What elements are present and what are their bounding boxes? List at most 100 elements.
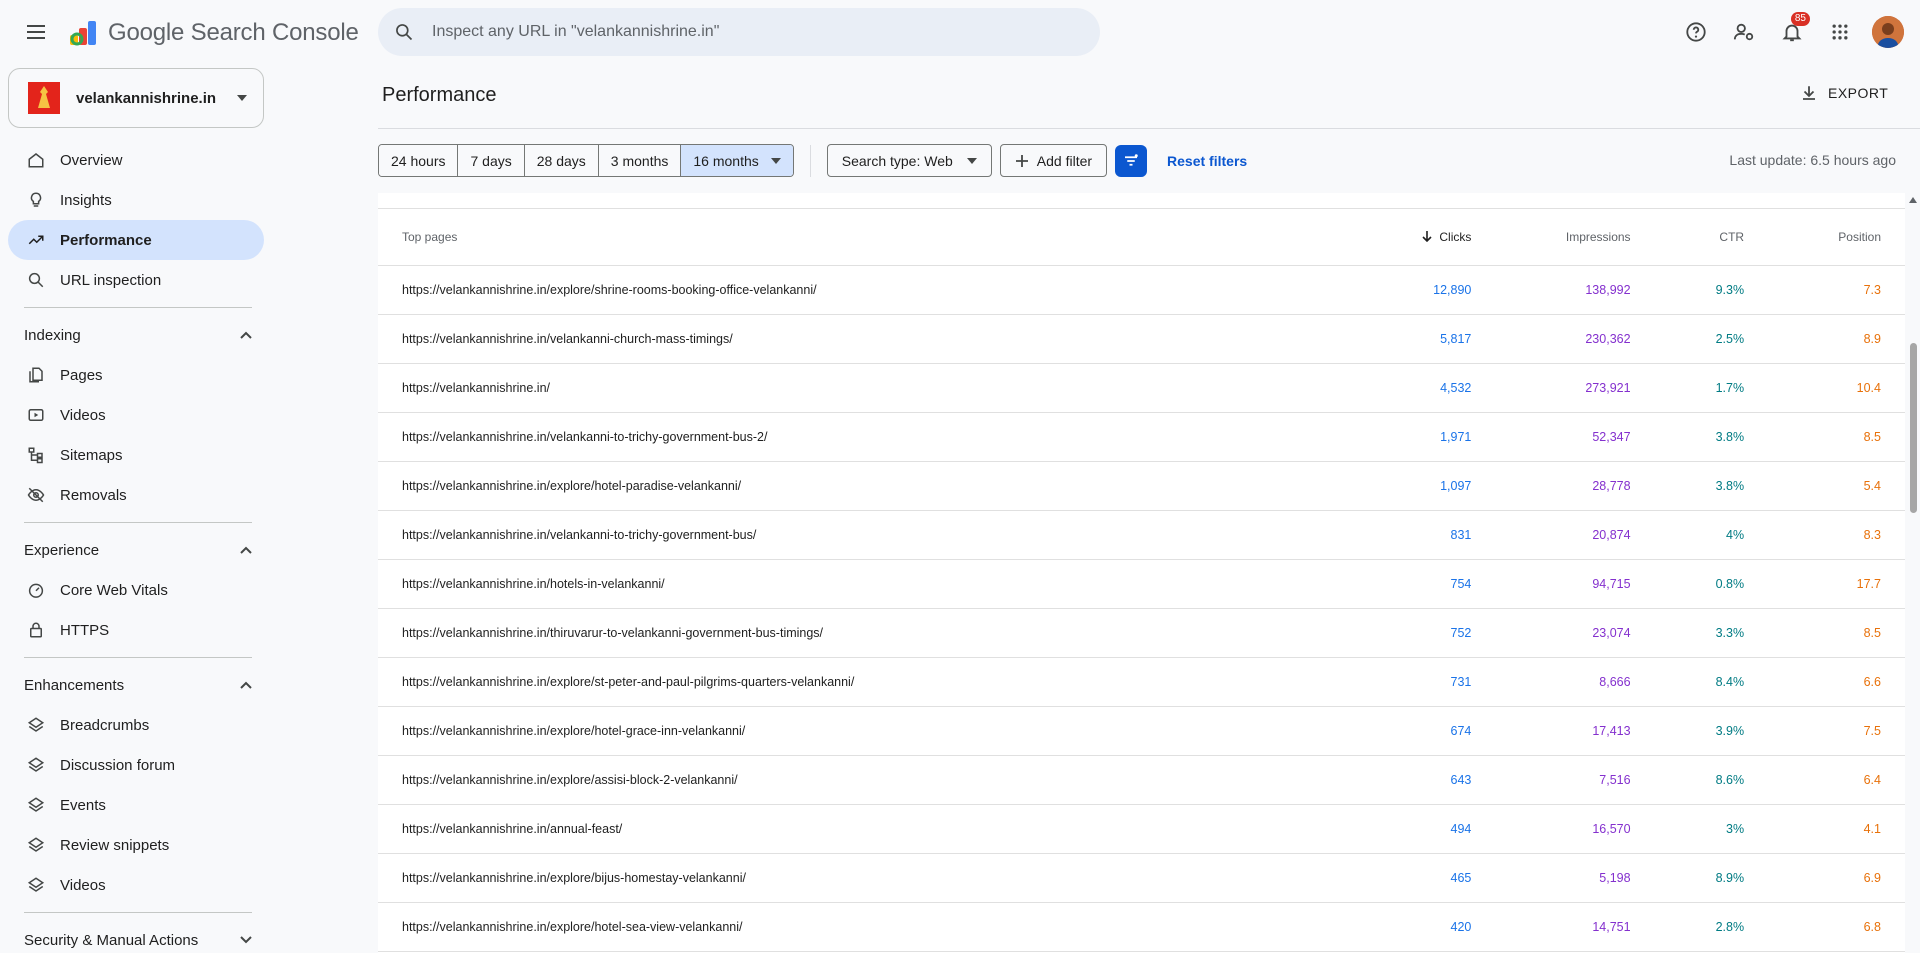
column-header-top-pages[interactable]: Top pages (378, 209, 1291, 266)
sidebar-item-url-inspection[interactable]: URL inspection (0, 260, 264, 300)
column-header-clicks[interactable]: Clicks (1290, 209, 1496, 266)
sidebar-item-removals[interactable]: Removals (0, 475, 264, 515)
sidebar-item-label: HTTPS (60, 621, 110, 639)
chevron-up-icon (240, 331, 252, 339)
chevron-up-icon (240, 681, 252, 689)
page-url: https://velankannishrine.in/explore/shri… (378, 265, 1291, 315)
table-row[interactable]: https://velankannishrine.in/explore/assi… (378, 755, 1905, 805)
sidebar-item-label: Insights (60, 191, 112, 209)
page-title: Performance (382, 84, 497, 106)
table-row[interactable]: https://velankannishrine.in/4,532 273,921… (378, 363, 1905, 413)
column-header-impressions[interactable]: Impressions (1495, 209, 1655, 266)
page-url: https://velankannishrine.in/thiruvarur-t… (378, 608, 1291, 658)
page-url: https://velankannishrine.in/explore/biju… (378, 853, 1291, 903)
section-enhancements[interactable]: Enhancements (0, 665, 264, 705)
notifications-icon[interactable]: 85 (1776, 12, 1810, 48)
sidebar-item-videos-enhancements[interactable]: Videos (0, 865, 264, 905)
sidebar-item-pages[interactable]: Pages (0, 355, 264, 395)
scrollbar-thumb[interactable] (1910, 343, 1917, 513)
column-header-position[interactable]: Position (1768, 209, 1905, 266)
divider (24, 307, 252, 308)
top-pages-table: Top pages Clicks Impressions CTR Positio… (378, 209, 1905, 952)
table-row[interactable]: https://velankannishrine.in/annual-feast… (378, 804, 1905, 854)
lock-icon (26, 620, 46, 640)
export-button[interactable]: EXPORT (1800, 84, 1888, 102)
filter-settings-button[interactable] (1115, 144, 1148, 177)
add-filter-button[interactable]: Add filter (999, 144, 1108, 177)
apps-grid-icon[interactable] (1824, 16, 1856, 48)
position-value: 5.4 (1768, 461, 1905, 511)
menu-icon[interactable] (24, 20, 48, 44)
ctr-value: 8.4% (1654, 657, 1769, 707)
sidebar-item-videos-indexing[interactable]: Videos (0, 395, 264, 435)
url-inspection-search[interactable] (378, 8, 1100, 56)
section-experience[interactable]: Experience (0, 530, 264, 570)
table-row[interactable]: https://velankannishrine.in/explore/st-p… (378, 657, 1905, 707)
page-url: https://velankannishrine.in/hotels-in-ve… (378, 559, 1291, 609)
property-selector[interactable]: velankannishrine.in (8, 68, 264, 128)
date-range-16-months[interactable]: 16 months (681, 145, 793, 176)
date-range-24-hours[interactable]: 24 hours (379, 145, 459, 176)
date-range-3-months[interactable]: 3 months (598, 145, 682, 176)
sidebar-item-https[interactable]: HTTPS (0, 610, 264, 650)
top-app-bar: Google Search Console 85 (0, 0, 1920, 64)
impressions-value: 23,074 (1495, 608, 1655, 658)
impressions-value: 273,921 (1495, 363, 1655, 413)
reset-filters-link[interactable]: Reset filters (1167, 153, 1247, 169)
page-scrollbar[interactable] (1906, 193, 1920, 953)
column-header-ctr[interactable]: CTR (1654, 209, 1769, 266)
user-settings-icon[interactable] (1728, 16, 1760, 48)
account-avatar[interactable] (1872, 16, 1904, 48)
table-row[interactable]: https://velankannishrine.in/explore/hote… (378, 706, 1905, 756)
scroll-up-arrow-icon[interactable] (1909, 197, 1917, 203)
position-value: 8.5 (1768, 608, 1905, 658)
home-icon (26, 150, 46, 170)
trending-up-icon (26, 230, 46, 250)
sidebar-item-discussion-forum[interactable]: Discussion forum (0, 745, 264, 785)
search-icon (396, 24, 413, 41)
sidebar-item-label: Events (60, 796, 106, 814)
top-actions: 85 (1680, 12, 1904, 48)
sidebar-item-breadcrumbs[interactable]: Breadcrumbs (0, 705, 264, 745)
search-input[interactable] (432, 23, 1032, 41)
layers-icon (26, 715, 46, 735)
ctr-value: 8.6% (1654, 755, 1769, 805)
table-row[interactable]: https://velankannishrine.in/explore/hote… (378, 902, 1905, 952)
table-row[interactable]: https://velankannishrine.in/thiruvarur-t… (378, 608, 1905, 658)
table-row[interactable]: https://velankannishrine.in/velankanni-t… (378, 510, 1905, 560)
ctr-value: 3.8% (1654, 461, 1769, 511)
filter-list-icon (1125, 153, 1138, 166)
sidebar-item-overview[interactable]: Overview (0, 140, 264, 180)
ctr-value: 1.7% (1654, 363, 1769, 413)
position-value: 6.4 (1768, 755, 1905, 805)
sidebar-item-performance[interactable]: Performance (8, 220, 264, 260)
sidebar-item-insights[interactable]: Insights (0, 180, 264, 220)
clicks-value: 754 (1290, 559, 1496, 609)
search-type-filter[interactable]: Search type: Web (826, 144, 992, 177)
section-security-manual-actions[interactable]: Security & Manual Actions (0, 920, 264, 953)
position-value: 7.5 (1768, 706, 1905, 756)
impressions-value: 7,516 (1495, 755, 1655, 805)
help-icon[interactable] (1680, 16, 1712, 48)
position-value: 17.7 (1768, 559, 1905, 609)
table-row[interactable]: https://velankannishrine.in/velankanni-t… (378, 412, 1905, 462)
search-icon (26, 270, 46, 290)
sidebar-item-core-web-vitals[interactable]: Core Web Vitals (0, 570, 264, 610)
pages-icon (26, 365, 46, 385)
section-indexing[interactable]: Indexing (0, 315, 264, 355)
sidebar-item-review-snippets[interactable]: Review snippets (0, 825, 264, 865)
speed-gauge-icon (26, 580, 46, 600)
table-row[interactable]: https://velankannishrine.in/explore/biju… (378, 853, 1905, 903)
sidebar-item-sitemaps[interactable]: Sitemaps (0, 435, 264, 475)
layers-icon (26, 755, 46, 775)
table-row[interactable]: https://velankannishrine.in/explore/hote… (378, 461, 1905, 511)
search-console-logo[interactable]: Google Search Console (68, 16, 359, 50)
table-row[interactable]: https://velankannishrine.in/explore/shri… (378, 265, 1905, 315)
impressions-value: 20,874 (1495, 510, 1655, 560)
table-row[interactable]: https://velankannishrine.in/velankanni-c… (378, 314, 1905, 364)
date-range-7-days[interactable]: 7 days (458, 145, 525, 176)
ctr-value: 3.9% (1654, 706, 1769, 756)
sidebar-item-events[interactable]: Events (0, 785, 264, 825)
table-row[interactable]: https://velankannishrine.in/hotels-in-ve… (378, 559, 1905, 609)
date-range-28-days[interactable]: 28 days (524, 145, 599, 176)
